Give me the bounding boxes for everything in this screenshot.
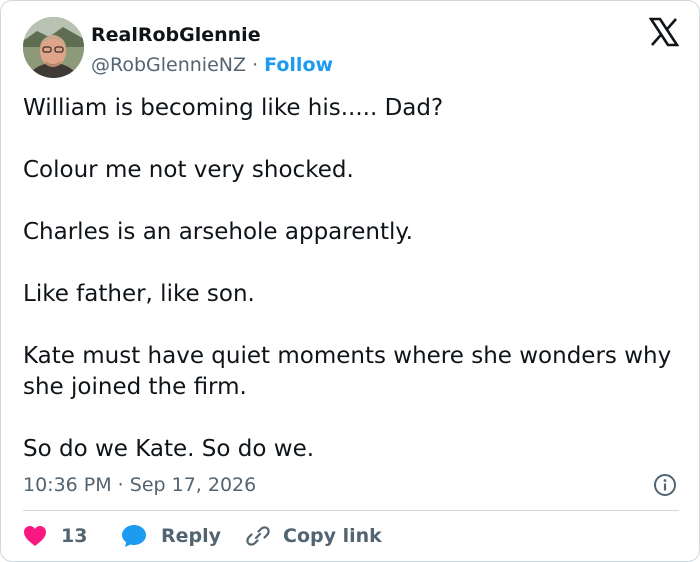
tweet-header: RealRobGlennie @RobGlennieNZ · Follow xyxy=(23,17,680,79)
x-logo-icon[interactable] xyxy=(648,17,680,47)
copy-link-label: Copy link xyxy=(283,525,382,547)
author-display-name[interactable]: RealRobGlennie xyxy=(91,23,333,47)
like-button[interactable]: 13 xyxy=(23,521,87,551)
tweet-actions: 13 Reply Copy link xyxy=(23,521,679,551)
tweet-paragraph: William is becoming like his..... Dad? xyxy=(23,95,444,121)
tweet-paragraph: Like father, like son. xyxy=(23,281,255,307)
tweet-meta: 10:36 PM · Sep 17, 2026 xyxy=(23,471,679,499)
like-count: 13 xyxy=(61,525,88,547)
link-icon xyxy=(246,526,270,546)
tweet-paragraph: Kate must have quiet moments where she w… xyxy=(23,343,672,400)
heart-icon xyxy=(24,526,46,546)
tweet-paragraph: So do we Kate. So do we. xyxy=(23,436,315,462)
avatar[interactable] xyxy=(23,17,84,78)
divider xyxy=(23,510,679,511)
handle-row: @RobGlennieNZ · Follow xyxy=(91,52,333,78)
avatar-photo xyxy=(23,17,84,78)
follow-button[interactable]: Follow xyxy=(264,54,333,76)
reply-button[interactable]: Reply xyxy=(121,521,221,551)
reply-label: Reply xyxy=(161,525,222,547)
author-info: RealRobGlennie @RobGlennieNZ · Follow xyxy=(91,23,333,78)
tweet-text: William is becoming like his..... Dad? C… xyxy=(23,93,679,465)
tweet-paragraph: Charles is an arsehole apparently. xyxy=(23,219,413,245)
author-handle[interactable]: @RobGlennieNZ xyxy=(91,54,246,76)
tweet-card: RealRobGlennie @RobGlennieNZ · Follow Wi… xyxy=(0,0,700,562)
speech-bubble-icon xyxy=(122,525,146,547)
copy-link-button[interactable]: Copy link xyxy=(245,521,382,551)
tweet-paragraph: Colour me not very shocked. xyxy=(23,157,354,183)
info-icon[interactable] xyxy=(653,473,677,497)
tweet-timestamp[interactable]: 10:36 PM · Sep 17, 2026 xyxy=(23,474,256,496)
handle-separator: · xyxy=(252,54,259,76)
